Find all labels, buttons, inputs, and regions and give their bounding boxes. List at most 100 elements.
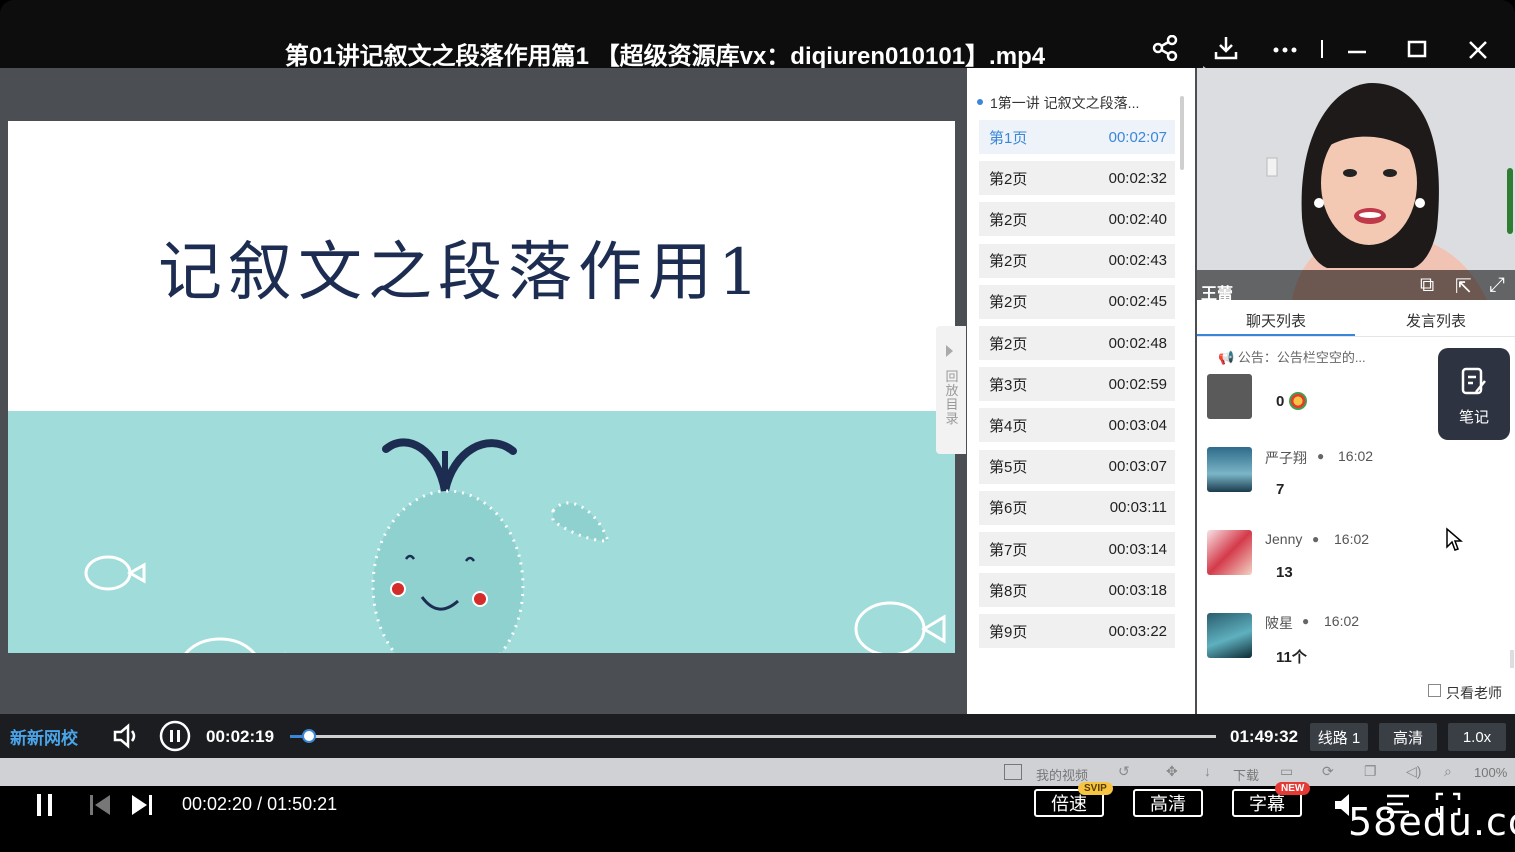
- previous-icon[interactable]: [88, 793, 112, 822]
- history-icon[interactable]: ↺: [1118, 763, 1130, 780]
- pause-icon[interactable]: [159, 720, 191, 757]
- tab-speech-list[interactable]: 发言列表: [1406, 310, 1466, 331]
- outer-time-display: 00:02:20 / 01:50:21: [182, 794, 338, 814]
- avatar[interactable]: [1207, 530, 1252, 575]
- progress-handle[interactable]: [302, 729, 316, 743]
- watermark: 58edu.cc: [1348, 800, 1515, 844]
- outer-pause-icon[interactable]: [34, 792, 56, 823]
- catalog-item[interactable]: 第2页 00:02:43: [979, 243, 1175, 278]
- catalog-item[interactable]: 第3页 00:02:59: [979, 367, 1175, 402]
- slide: 记叙文之段落作用1: [8, 121, 955, 653]
- more-icon[interactable]: [1269, 32, 1301, 64]
- quality-button[interactable]: 高清: [1379, 723, 1437, 751]
- catalog-page: 第2页: [989, 335, 1028, 353]
- popout-icon[interactable]: ⇱: [1455, 274, 1472, 299]
- catalog-page: 第5页: [989, 459, 1028, 477]
- chat-message-text: 13: [1276, 564, 1293, 581]
- mouse-cursor-icon: [1445, 527, 1464, 558]
- svip-badge: SVIP: [1078, 782, 1113, 795]
- layout-switch-icon[interactable]: ⧉: [1420, 274, 1434, 297]
- current-time: 00:02:19: [206, 727, 275, 746]
- maximize-icon[interactable]: [1401, 32, 1433, 64]
- catalog-page: 第2页: [989, 294, 1028, 312]
- line-button[interactable]: 线路 1: [1310, 723, 1368, 751]
- volume-small-icon[interactable]: ◁): [1406, 763, 1421, 780]
- zoom-level: 100%: [1474, 765, 1508, 780]
- window-title: 第01讲记叙文之段落作用篇1 【超级资源库vx：diqiuren010101】.…: [284, 43, 1046, 70]
- catalog-item[interactable]: 第6页 00:03:11: [979, 490, 1175, 525]
- share-icon[interactable]: [1149, 32, 1181, 64]
- avatar[interactable]: [1207, 374, 1252, 419]
- progress-track[interactable]: [290, 735, 1216, 738]
- catalog-time: 00:03:07: [1108, 458, 1167, 476]
- my-videos-link[interactable]: 我的视频: [1036, 765, 1088, 784]
- pin-icon[interactable]: ✥: [1166, 763, 1178, 780]
- chat-message-text: 11个: [1276, 649, 1307, 666]
- school-logo: 新新网校: [10, 729, 78, 748]
- chat-message-text: 0: [1276, 393, 1285, 410]
- title-divider: [1321, 40, 1323, 58]
- video-icon[interactable]: [1004, 764, 1022, 780]
- teacher-video: [1197, 68, 1515, 300]
- catalog-time: 00:03:18: [1108, 581, 1167, 599]
- catalog-time: 00:03:22: [1108, 622, 1167, 640]
- avatar[interactable]: [1207, 447, 1252, 492]
- catalog-page: 第6页: [989, 500, 1028, 518]
- new-badge: NEW: [1275, 782, 1311, 795]
- catalog-item[interactable]: 第2页 00:02:40: [979, 202, 1175, 237]
- device-icon: ●: [1312, 532, 1320, 546]
- chat-user-name: Jenny: [1265, 531, 1303, 547]
- outer-quality-button[interactable]: 高清: [1133, 789, 1203, 817]
- fullscreen-teacher-icon[interactable]: ⤢: [1489, 274, 1505, 297]
- tab-divider: [1197, 336, 1515, 337]
- catalog-item[interactable]: 第2页 00:02:45: [979, 284, 1175, 319]
- note-icon: [1461, 367, 1486, 395]
- catalog-scrollbar[interactable]: [1180, 96, 1184, 170]
- chevron-right-icon: [946, 345, 953, 357]
- catalog-page: 第3页: [989, 376, 1028, 394]
- download-link[interactable]: 下载: [1233, 765, 1259, 784]
- catalog-time: 00:02:43: [1108, 252, 1167, 270]
- speed-button[interactable]: 1.0x: [1448, 723, 1506, 751]
- catalog-page: 第2页: [989, 170, 1028, 188]
- note-button[interactable]: 笔记: [1438, 348, 1510, 440]
- download-small-icon[interactable]: ↓: [1204, 763, 1211, 779]
- close-icon[interactable]: [1462, 32, 1494, 64]
- catalog-item[interactable]: 第7页 00:03:14: [979, 532, 1175, 566]
- only-teacher-checkbox[interactable]: [1428, 684, 1441, 697]
- avatar[interactable]: [1207, 613, 1252, 658]
- catalog-item[interactable]: 第5页 00:03:07: [979, 449, 1175, 484]
- catalog-page: 第2页: [989, 211, 1028, 229]
- catalog-item[interactable]: 第9页 00:03:22: [979, 614, 1175, 649]
- tab-chat-list[interactable]: 聊天列表: [1246, 310, 1306, 331]
- window-small-icon[interactable]: ❐: [1364, 763, 1377, 780]
- catalog-item[interactable]: 第2页 00:02:32: [979, 161, 1175, 196]
- catalog-item[interactable]: 第4页 00:03:04: [979, 408, 1175, 443]
- download-icon[interactable]: [1210, 32, 1242, 64]
- playback-catalog-label: 回放目录: [945, 369, 959, 426]
- slide-illustration: [8, 423, 955, 653]
- only-teacher-label: 只看老师: [1446, 685, 1502, 701]
- emoji-icon: [1289, 392, 1307, 410]
- volume-icon[interactable]: [112, 722, 140, 755]
- minimize-icon[interactable]: [1341, 32, 1373, 64]
- catalog-time: 00:02:59: [1108, 375, 1167, 393]
- chat-time: 16:02: [1324, 613, 1360, 629]
- notice-text: 公告：公告栏空空的...: [1237, 350, 1366, 365]
- zoom-icon[interactable]: ⌕: [1444, 763, 1452, 780]
- chat-small-icon[interactable]: ▭: [1280, 763, 1293, 780]
- catalog-time: 00:03:04: [1108, 416, 1167, 434]
- slide-title: 记叙文之段落作用1: [158, 236, 765, 310]
- chat-user-name: 陂星: [1265, 615, 1293, 631]
- catalog-item[interactable]: 第1页 00:02:07: [979, 120, 1175, 154]
- catalog-item[interactable]: 第2页 00:02:48: [979, 326, 1175, 360]
- catalog-header: 1第一讲 记叙文之段落...: [990, 95, 1140, 111]
- chat-scrollbar[interactable]: [1510, 650, 1514, 668]
- catalog-item[interactable]: 第8页 00:03:18: [979, 573, 1175, 608]
- catalog-time: 00:03:11: [1109, 499, 1167, 517]
- catalog-time: 00:02:45: [1108, 293, 1167, 311]
- catalog-page: 第7页: [989, 541, 1028, 559]
- note-label: 笔记: [1458, 409, 1489, 426]
- refresh-icon[interactable]: ⟳: [1322, 763, 1334, 780]
- next-icon[interactable]: [130, 793, 154, 822]
